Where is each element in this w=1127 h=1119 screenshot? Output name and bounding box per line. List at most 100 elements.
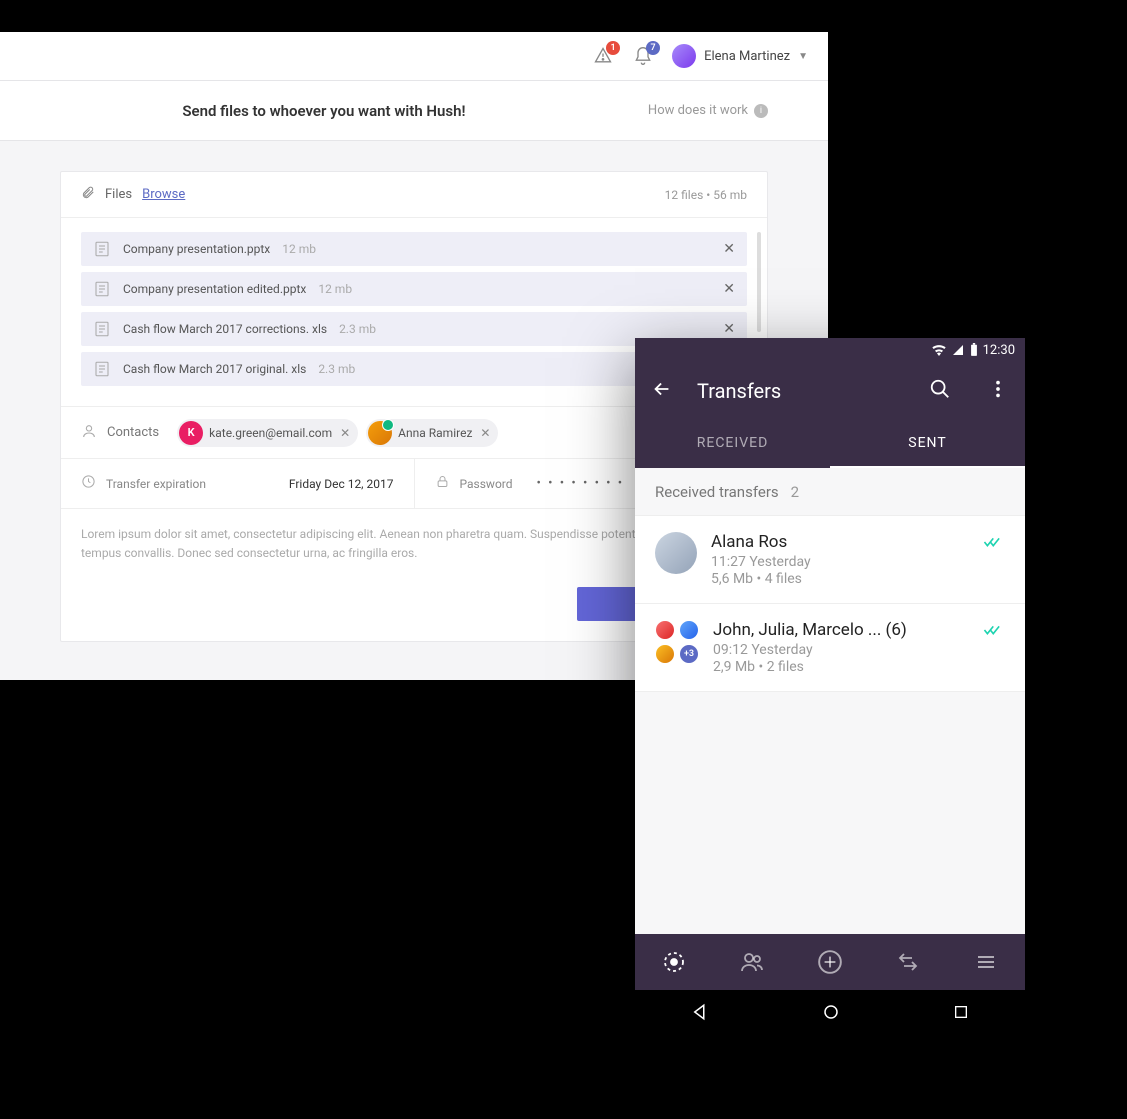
notifications-badge: 7	[646, 41, 660, 55]
android-back-icon[interactable]	[691, 1003, 709, 1025]
contacts-label: Contacts	[107, 425, 159, 440]
android-nav-buttons	[635, 990, 1025, 1038]
android-home-icon[interactable]	[822, 1003, 840, 1025]
files-header: Files Browse 12 files • 56 mb	[61, 172, 767, 218]
expiration-cell[interactable]: Transfer expiration Friday Dec 12, 2017	[61, 459, 415, 508]
info-icon: i	[754, 104, 768, 118]
remove-file-icon[interactable]: ✕	[723, 321, 735, 337]
file-size: 12 mb	[318, 282, 352, 296]
notifications-icon[interactable]: 7	[632, 45, 654, 67]
contacts-chips: Kkate.green@email.com✕ Anna Ramirez ✕	[177, 419, 498, 447]
transfer-item[interactable]: +3 John, Julia, Marcelo ... (6) 09:12 Yest…	[635, 604, 1025, 692]
status-bar: 12:30	[635, 338, 1025, 362]
group-avatar	[679, 620, 699, 640]
app-title: Transfers	[697, 379, 905, 403]
tab-sent[interactable]: SENT	[830, 420, 1025, 468]
contact-chip: Kkate.green@email.com✕	[177, 419, 358, 447]
caret-down-icon: ▼	[798, 51, 808, 62]
user-avatar	[672, 44, 696, 68]
group-avatar	[655, 620, 675, 640]
transfer-body: Alana Ros 11:27 Yesterday5,6 Mb • 4 files	[711, 532, 969, 587]
more-icon[interactable]	[987, 378, 1009, 404]
group-avatar	[655, 644, 675, 664]
contact-chip-avatar: K	[179, 421, 203, 445]
transfer-body: John, Julia, Marcelo ... (6) 09:12 Yester…	[713, 620, 969, 675]
files-summary: 12 files • 56 mb	[665, 188, 747, 202]
contact-icon	[81, 423, 97, 443]
alerts-icon[interactable]: 1	[592, 45, 614, 67]
nav-transfers-icon[interactable]	[888, 942, 928, 982]
mobile-content-fill	[635, 692, 1025, 934]
transfer-item[interactable]: Alana Ros 11:27 Yesterday5,6 Mb • 4 files	[635, 516, 1025, 604]
wifi-icon	[931, 344, 947, 356]
browse-link[interactable]: Browse	[142, 187, 185, 202]
app-bar: Transfers	[635, 362, 1025, 420]
delivered-check-icon	[983, 534, 1005, 553]
file-icon	[93, 360, 111, 378]
delivered-check-icon	[983, 622, 1005, 641]
transfer-avatar	[655, 532, 697, 574]
file-icon	[93, 240, 111, 258]
file-row: Company presentation.pptx 12 mb ✕	[81, 232, 747, 266]
password-value: • • • • • • • •	[537, 476, 625, 491]
password-label: Password	[460, 477, 513, 491]
file-size: 2.3 mb	[339, 322, 376, 336]
list-header-title: Received transfers	[655, 483, 779, 501]
files-label: Files	[105, 187, 132, 202]
transfer-time: 09:12 Yesterday	[713, 642, 969, 658]
user-name-label: Elena Martinez	[704, 49, 790, 64]
contact-chip: Anna Ramirez ✕	[366, 419, 498, 447]
transfer-title: Alana Ros	[711, 532, 969, 552]
alerts-badge: 1	[606, 41, 620, 55]
file-name: Cash flow March 2017 corrections. xls	[123, 322, 327, 336]
status-time: 12:30	[983, 343, 1015, 358]
user-menu[interactable]: Elena Martinez ▼	[672, 44, 808, 68]
nav-add-icon[interactable]	[810, 942, 850, 982]
android-recent-icon[interactable]	[953, 1004, 969, 1024]
how-it-works-label: How does it work	[648, 103, 748, 118]
attachment-icon	[81, 185, 95, 204]
list-header: Received transfers 2	[635, 468, 1025, 516]
signal-icon	[951, 344, 965, 356]
contact-chip-avatar	[368, 421, 392, 445]
file-name: Cash flow March 2017 original. xls	[123, 362, 306, 376]
remove-file-icon[interactable]: ✕	[723, 281, 735, 297]
file-size: 2.3 mb	[318, 362, 355, 376]
clock-icon	[81, 474, 96, 493]
mobile-app-window: 12:30 Transfers RECEIVED SENT Received t…	[635, 338, 1025, 1038]
transfer-time: 11:27 Yesterday	[711, 554, 969, 570]
contact-chip-text: Anna Ramirez	[398, 426, 472, 440]
top-bar: 1 7 Elena Martinez ▼	[0, 32, 828, 81]
lock-icon	[435, 474, 450, 493]
tab-received[interactable]: RECEIVED	[635, 420, 830, 468]
how-it-works-link[interactable]: How does it work i	[648, 103, 768, 118]
transfer-group-avatars: +3	[655, 620, 699, 664]
battery-icon	[969, 343, 979, 357]
expiration-value: Friday Dec 12, 2017	[289, 477, 394, 491]
file-row: Company presentation edited.pptx 12 mb ✕	[81, 272, 747, 306]
list-header-count: 2	[791, 483, 799, 501]
bottom-nav	[635, 934, 1025, 990]
file-icon	[93, 280, 111, 298]
file-name: Company presentation edited.pptx	[123, 282, 306, 296]
expiration-label: Transfer expiration	[106, 477, 206, 491]
search-icon[interactable]	[929, 378, 951, 404]
transfer-meta: 5,6 Mb • 4 files	[711, 571, 969, 587]
remove-file-icon[interactable]: ✕	[723, 241, 735, 257]
transfer-title: John, Julia, Marcelo ... (6)	[713, 620, 969, 640]
group-avatar-more: +3	[679, 644, 699, 664]
file-size: 12 mb	[282, 242, 316, 256]
nav-menu-icon[interactable]	[966, 942, 1006, 982]
tabs: RECEIVED SENT	[635, 420, 1025, 468]
nav-contacts-icon[interactable]	[732, 942, 772, 982]
remove-contact-icon[interactable]: ✕	[480, 426, 490, 440]
back-arrow-icon[interactable]	[651, 378, 673, 404]
transfer-meta: 2,9 Mb • 2 files	[713, 659, 969, 675]
file-name: Company presentation.pptx	[123, 242, 270, 256]
subheader: Send files to whoever you want with Hush…	[0, 81, 828, 141]
file-icon	[93, 320, 111, 338]
file-scrollbar[interactable]	[757, 232, 761, 332]
nav-radar-icon[interactable]	[654, 942, 694, 982]
remove-contact-icon[interactable]: ✕	[340, 426, 350, 440]
page-title: Send files to whoever you want with Hush…	[0, 102, 648, 120]
